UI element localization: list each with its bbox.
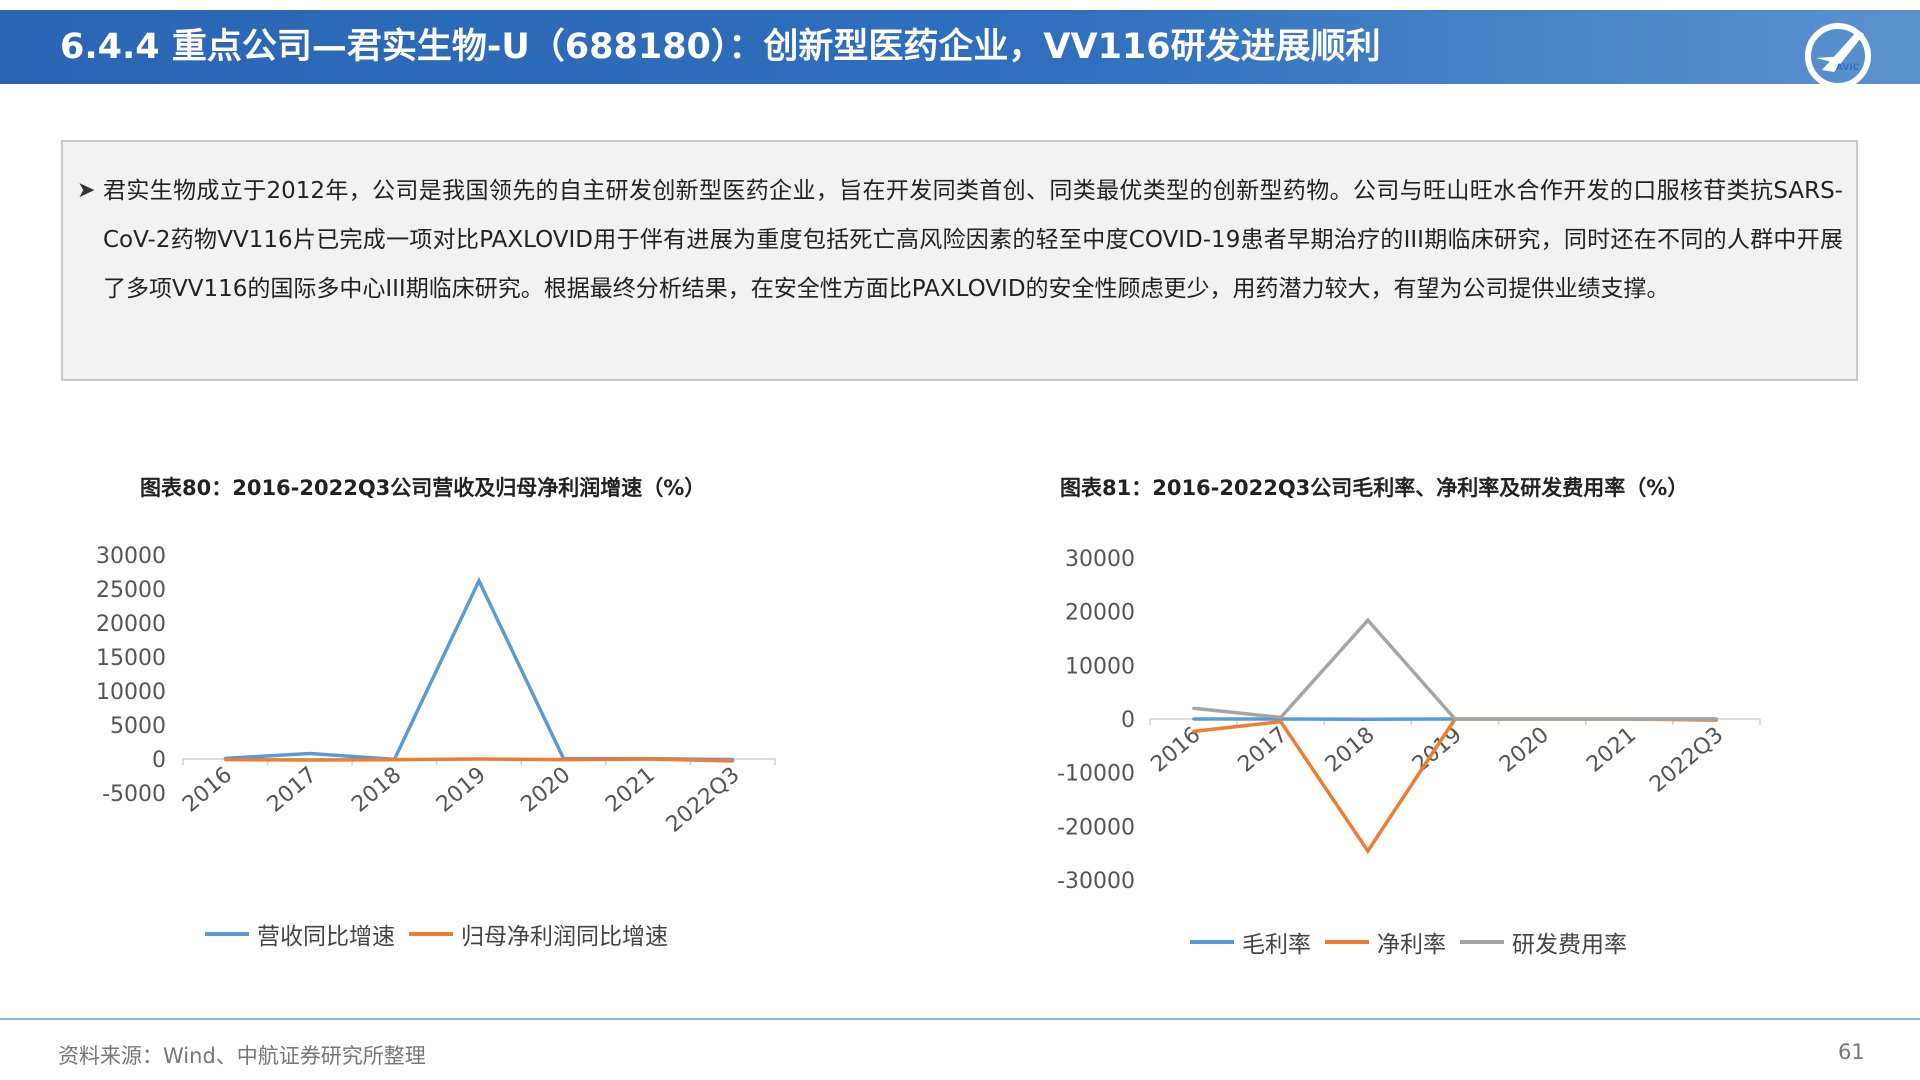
avic-logo-icon: AVIC (1805, 23, 1871, 89)
data-point (1540, 717, 1544, 721)
chart80-title: 图表80：2016-2022Q3公司营收及归母净利润增速（%） (140, 476, 706, 500)
legend-swatch (1325, 940, 1369, 944)
y-tick-label: 10000 (96, 680, 166, 705)
data-point (1192, 729, 1196, 733)
data-point (1453, 717, 1457, 721)
header-bar: 6.4.4 重点公司—君实生物-U（688180）：创新型医药企业，VV116研… (0, 10, 1920, 89)
data-point (562, 758, 566, 762)
legend-item: 研发费用率 (1460, 925, 1627, 959)
y-tick-label: 30000 (96, 544, 166, 569)
x-tick-label: 2020 (516, 762, 575, 817)
y-tick-label: 20000 (1065, 601, 1135, 626)
y-tick-label: 0 (1121, 708, 1135, 733)
data-point (731, 759, 735, 763)
legend-label: 毛利率 (1242, 932, 1311, 958)
data-point (308, 758, 312, 762)
data-point (1366, 849, 1370, 853)
chart81-plot: 3000020000100000-10000-20000-300002016 20… (1057, 547, 1761, 894)
page-number: 61 (1838, 1040, 1865, 1064)
data-point (1366, 618, 1370, 622)
x-tick-label: 2021 (601, 762, 660, 817)
source-note: 资料来源：Wind、中航证券研究所整理 (58, 1044, 426, 1068)
legend-label: 营收同比增速 (257, 924, 395, 950)
legend-swatch (1460, 940, 1504, 944)
page-title: 6.4.4 重点公司—君实生物-U（688180）：创新型医药企业，VV116研… (60, 27, 1381, 67)
x-tick-label: 2021 (1582, 722, 1641, 777)
y-tick-label: -20000 (1057, 815, 1135, 840)
x-tick-label: 2022Q3 (662, 762, 745, 837)
arrow-bullet-icon: ➤ (77, 178, 96, 203)
y-tick-label: 15000 (96, 646, 166, 671)
y-tick-label: -5000 (102, 782, 166, 807)
data-point (477, 579, 481, 583)
data-point (1627, 717, 1631, 721)
y-tick-label: 25000 (96, 578, 166, 603)
y-tick-label: 10000 (1065, 654, 1135, 679)
data-point (392, 758, 396, 762)
legend-swatch (205, 932, 249, 936)
legend-swatch (1190, 940, 1234, 944)
x-tick-label: 2019 (432, 762, 491, 817)
x-tick-label: 2019 (1408, 722, 1467, 777)
summary-box: ➤ 君实生物成立于2012年，公司是我国领先的自主研发创新型医药企业，旨在开发同… (61, 140, 1858, 381)
x-tick-label: 2018 (1321, 722, 1380, 777)
chart81-title: 图表81：2016-2022Q3公司毛利率、净利率及研发费用率（%） (1060, 476, 1689, 500)
legend-label: 净利率 (1377, 932, 1446, 958)
y-tick-label: 20000 (96, 612, 166, 637)
legend-item: 归母净利润同比增速 (409, 917, 668, 951)
data-point (1366, 717, 1370, 721)
x-tick-label: 2020 (1495, 722, 1554, 777)
chart80-legend: 营收同比增速 归母净利润同比增速 (205, 917, 682, 951)
legend-item: 净利率 (1325, 925, 1446, 959)
data-point (223, 758, 227, 762)
legend-item: 毛利率 (1190, 925, 1311, 959)
data-point (308, 752, 312, 756)
legend-swatch (409, 932, 453, 936)
y-tick-label: 5000 (110, 714, 166, 739)
chart80-plot: 30000 25000 20000 15000 10000 5000 0 -5000 2016 2… (96, 544, 776, 838)
y-tick-label: -30000 (1057, 869, 1135, 894)
x-tick-label: 2018 (347, 762, 406, 817)
data-point (1279, 715, 1283, 719)
data-point (646, 757, 650, 761)
data-point (1279, 720, 1283, 724)
data-point (1714, 717, 1718, 721)
footer-divider (0, 1018, 1920, 1020)
logo-text: AVIC (1836, 63, 1860, 73)
data-point (477, 757, 481, 761)
chart81-legend: 毛利率 净利率 研发费用率 (1190, 925, 1641, 959)
y-tick-label: -10000 (1057, 762, 1135, 787)
data-point (1192, 706, 1196, 710)
x-tick-label: 2022Q3 (1645, 722, 1728, 797)
legend-label: 归母净利润同比增速 (461, 924, 668, 950)
y-tick-label: 0 (152, 748, 166, 773)
y-tick-label: 30000 (1065, 547, 1135, 572)
series-line (225, 576, 733, 762)
x-tick-label: 2016 (178, 762, 237, 817)
legend-label: 研发费用率 (1512, 932, 1627, 958)
data-point (1192, 717, 1196, 721)
x-tick-label: 2017 (1234, 722, 1293, 777)
legend-item: 营收同比增速 (205, 917, 395, 951)
summary-text: 君实生物成立于2012年，公司是我国领先的自主研发创新型医药企业，旨在开发同类首… (103, 178, 1843, 302)
x-tick-label: 2017 (263, 762, 322, 817)
series-line (1193, 617, 1717, 721)
